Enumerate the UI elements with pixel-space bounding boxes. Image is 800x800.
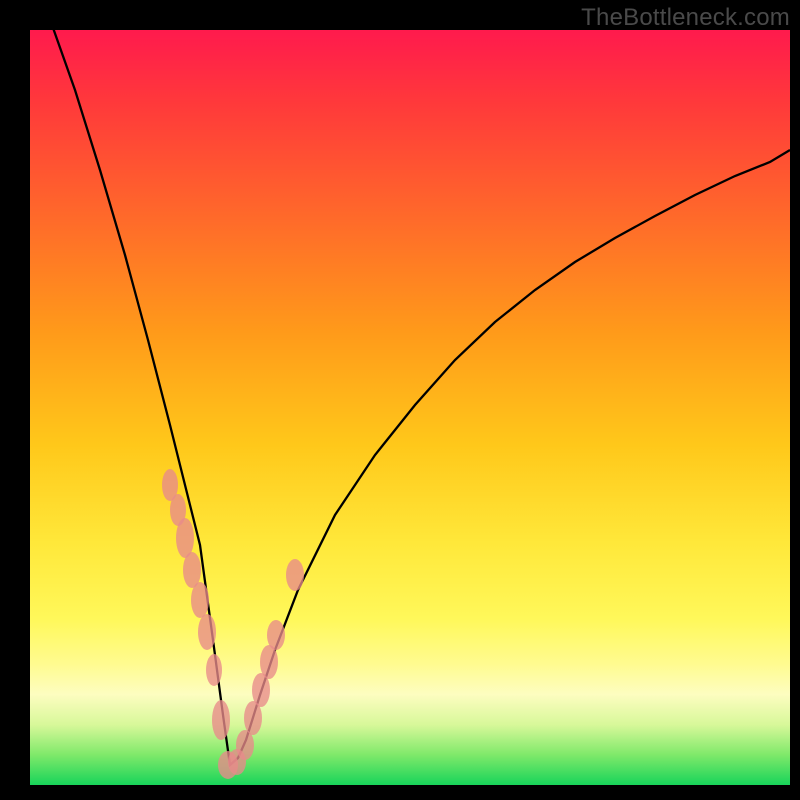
- marker-point: [260, 645, 278, 679]
- marker-point: [191, 582, 209, 618]
- marker-point: [206, 654, 222, 686]
- marker-point: [198, 614, 216, 650]
- chart-frame: TheBottleneck.com: [0, 0, 800, 800]
- marker-point: [176, 518, 194, 558]
- watermark-text: TheBottleneck.com: [581, 4, 790, 32]
- curve-svg: [30, 30, 790, 785]
- marker-point: [212, 700, 230, 740]
- marker-point: [286, 559, 304, 591]
- highlighted-markers: [162, 469, 304, 779]
- plot-area: [30, 30, 790, 785]
- marker-point: [267, 620, 285, 650]
- bottleneck-curve: [52, 25, 790, 765]
